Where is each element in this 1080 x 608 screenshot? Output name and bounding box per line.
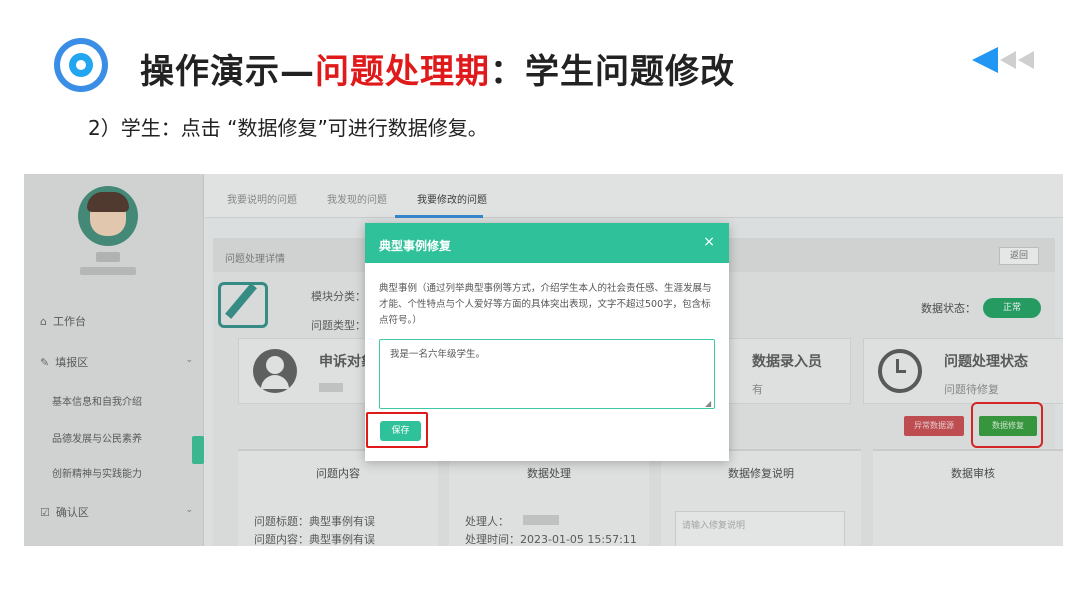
arrow-icon xyxy=(1018,51,1034,69)
close-icon[interactable]: × xyxy=(703,234,715,250)
app-logo xyxy=(54,38,108,92)
slide-title-highlight: 问题处理期 xyxy=(315,52,490,92)
app-screenshot: ⌂ 工作台 ✎ 填报区 ⌄ 基本信息和自我介绍 品德发展与公民素养 创新精神与实… xyxy=(24,174,1063,546)
save-button-highlight xyxy=(366,412,428,448)
slide-title-part1: 操作演示— xyxy=(140,52,315,92)
modal-header: 典型事例修复 × xyxy=(365,223,729,263)
resize-handle-icon[interactable]: ◢ xyxy=(705,399,711,408)
prev-arrow-icon xyxy=(972,47,998,73)
modal-title: 典型事例修复 xyxy=(379,239,452,253)
slide-title: 操作演示—问题处理期：学生问题修改 xyxy=(140,44,735,93)
typical-case-textarea[interactable]: 我是一名六年级学生。 xyxy=(379,339,715,409)
slide-subtitle: 2）学生：点击 “数据修复”可进行数据修复。 xyxy=(88,116,488,140)
slide-nav-arrows xyxy=(972,47,1034,73)
modal-description: 典型事例（通过列举典型事例等方式，介绍学生本人的社会责任感、生涯发展与才能、个性… xyxy=(379,283,712,326)
arrow-icon xyxy=(1000,51,1016,69)
slide-title-part2: ：学生问题修改 xyxy=(490,52,735,92)
